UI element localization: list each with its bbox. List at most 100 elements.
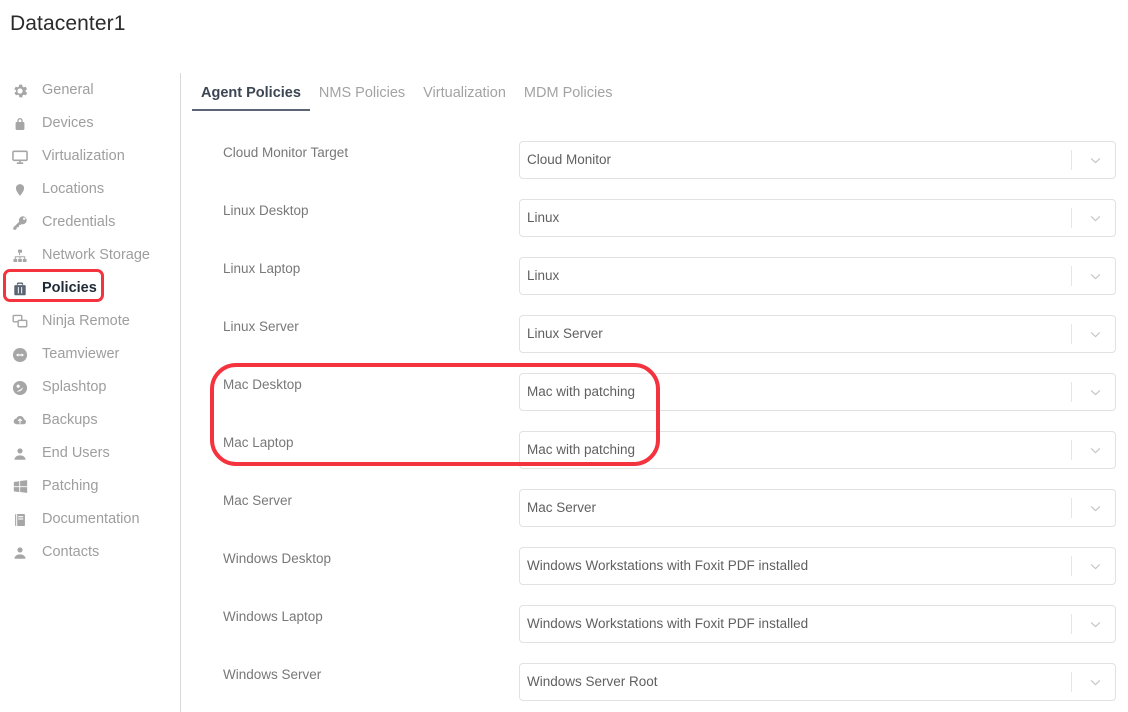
- sidebar-item-teamviewer[interactable]: Teamviewer: [0, 338, 180, 371]
- policy-row-label: Linux Desktop: [223, 202, 309, 220]
- sidebar-nav: GeneralDevicesVirtualizationLocationsCre…: [0, 68, 180, 712]
- cloud-upload-icon: [11, 412, 29, 430]
- select-divider: [1071, 382, 1072, 402]
- sidebar-item-label: Locations: [42, 173, 104, 206]
- policy-row: Mac Desktop Mac with patching: [181, 371, 1128, 429]
- policy-select[interactable]: Mac with patching: [519, 431, 1116, 469]
- policy-select[interactable]: Windows Server Root: [519, 663, 1116, 701]
- tab-bar: Agent PoliciesNMS PoliciesVirtualization…: [192, 85, 622, 111]
- person-icon: [11, 445, 29, 463]
- select-divider: [1071, 440, 1072, 460]
- sidebar-item-network-storage[interactable]: Network Storage: [0, 239, 180, 272]
- policy-row-label: Mac Desktop: [223, 376, 302, 394]
- chevron-down-icon[interactable]: [1088, 385, 1103, 400]
- policy-select[interactable]: Linux Server: [519, 315, 1116, 353]
- sidebar-item-label: Policies: [42, 272, 97, 305]
- sidebar-item-general[interactable]: General: [0, 74, 180, 107]
- policy-row-label: Mac Laptop: [223, 434, 294, 452]
- sidebar-item-backups[interactable]: Backups: [0, 404, 180, 437]
- gear-icon: [11, 82, 29, 100]
- tab-mdm-policies[interactable]: MDM Policies: [515, 85, 622, 111]
- sidebar-item-label: Virtualization: [42, 140, 125, 173]
- policy-select[interactable]: Windows Workstations with Foxit PDF inst…: [519, 547, 1116, 585]
- sidebar-item-ninja-remote[interactable]: Ninja Remote: [0, 305, 180, 338]
- policy-row: Windows Laptop Windows Workstations with …: [181, 603, 1128, 661]
- policy-row: Linux Laptop Linux: [181, 255, 1128, 313]
- policy-select[interactable]: Linux: [519, 257, 1116, 295]
- lock-icon: [11, 115, 29, 133]
- sidebar-item-credentials[interactable]: Credentials: [0, 206, 180, 239]
- policy-row: Windows ServerWindows Server Root: [181, 661, 1128, 712]
- policy-row: Mac Server Mac Server: [181, 487, 1128, 545]
- policy-select-value: Linux Server: [527, 316, 603, 352]
- chevron-down-icon[interactable]: [1088, 211, 1103, 226]
- policy-select[interactable]: Mac Server: [519, 489, 1116, 527]
- sidebar-item-contacts[interactable]: Contacts: [0, 536, 180, 569]
- policy-row: Linux Server Linux Server: [181, 313, 1128, 371]
- sidebar-item-label: Documentation: [42, 503, 140, 536]
- policy-select-value: Windows Workstations with Foxit PDF inst…: [527, 548, 808, 584]
- policy-row-label: Windows Desktop: [223, 550, 331, 568]
- sidebar-item-devices[interactable]: Devices: [0, 107, 180, 140]
- chevron-down-icon[interactable]: [1088, 675, 1103, 690]
- policy-select[interactable]: Windows Workstations with Foxit PDF inst…: [519, 605, 1116, 643]
- policy-select-value: Windows Server Root: [527, 664, 658, 700]
- select-divider: [1071, 614, 1072, 634]
- tab-agent-policies[interactable]: Agent Policies: [192, 85, 310, 111]
- policy-row-label: Cloud Monitor Target: [223, 144, 348, 162]
- policy-select[interactable]: Linux: [519, 199, 1116, 237]
- policy-select-value: Mac with patching: [527, 432, 635, 468]
- policy-select-value: Cloud Monitor: [527, 142, 611, 178]
- chevron-down-icon[interactable]: [1088, 443, 1103, 458]
- policy-select-value: Linux: [527, 258, 559, 294]
- policy-row-label: Linux Laptop: [223, 260, 300, 278]
- policy-select[interactable]: Mac with patching: [519, 373, 1116, 411]
- policy-select[interactable]: Cloud Monitor: [519, 141, 1116, 179]
- sidebar-item-label: End Users: [42, 437, 110, 470]
- select-divider: [1071, 324, 1072, 344]
- sidebar-item-label: Network Storage: [42, 239, 150, 272]
- chevron-down-icon[interactable]: [1088, 153, 1103, 168]
- select-divider: [1071, 556, 1072, 576]
- policy-row-label: Linux Server: [223, 318, 299, 336]
- policy-row-label: Mac Server: [223, 492, 292, 510]
- sidebar-item-label: Backups: [42, 404, 98, 437]
- select-divider: [1071, 208, 1072, 228]
- map-pin-icon: [11, 181, 29, 199]
- select-divider: [1071, 150, 1072, 170]
- sidebar-item-patching[interactable]: Patching: [0, 470, 180, 503]
- teamviewer-icon: [11, 346, 29, 364]
- sidebar-item-label: Teamviewer: [42, 338, 119, 371]
- splashtop-icon: [11, 379, 29, 397]
- select-divider: [1071, 266, 1072, 286]
- sidebar-item-locations[interactable]: Locations: [0, 173, 180, 206]
- briefcase-icon: [11, 280, 29, 298]
- sidebar-item-policies[interactable]: Policies: [0, 272, 180, 305]
- tab-virtualization[interactable]: Virtualization: [414, 85, 515, 111]
- sidebar-item-label: Devices: [42, 107, 94, 140]
- tab-nms-policies[interactable]: NMS Policies: [310, 85, 414, 111]
- select-divider: [1071, 498, 1072, 518]
- chevron-down-icon[interactable]: [1088, 327, 1103, 342]
- sidebar-item-label: Credentials: [42, 206, 115, 239]
- select-divider: [1071, 672, 1072, 692]
- key-icon: [11, 214, 29, 232]
- sidebar-item-label: Patching: [42, 470, 98, 503]
- chevron-down-icon[interactable]: [1088, 559, 1103, 574]
- chevron-down-icon[interactable]: [1088, 501, 1103, 516]
- sidebar-item-virtualization[interactable]: Virtualization: [0, 140, 180, 173]
- chevron-down-icon[interactable]: [1088, 269, 1103, 284]
- policy-row: Cloud Monitor Target Cloud Monitor: [181, 139, 1128, 197]
- windows-logo-icon: [11, 478, 29, 496]
- sidebar-item-splashtop[interactable]: Splashtop: [0, 371, 180, 404]
- book-icon: [11, 511, 29, 529]
- policy-row: Windows Desktop Windows Workstations with…: [181, 545, 1128, 603]
- sidebar-item-end-users[interactable]: End Users: [0, 437, 180, 470]
- policy-row-label: Windows Laptop: [223, 608, 323, 626]
- policy-select-value: Linux: [527, 200, 559, 236]
- chevron-down-icon[interactable]: [1088, 617, 1103, 632]
- page-title: Datacenter1: [10, 10, 126, 38]
- sidebar-item-documentation[interactable]: Documentation: [0, 503, 180, 536]
- network-icon: [11, 247, 29, 265]
- sidebar-item-label: Contacts: [42, 536, 99, 569]
